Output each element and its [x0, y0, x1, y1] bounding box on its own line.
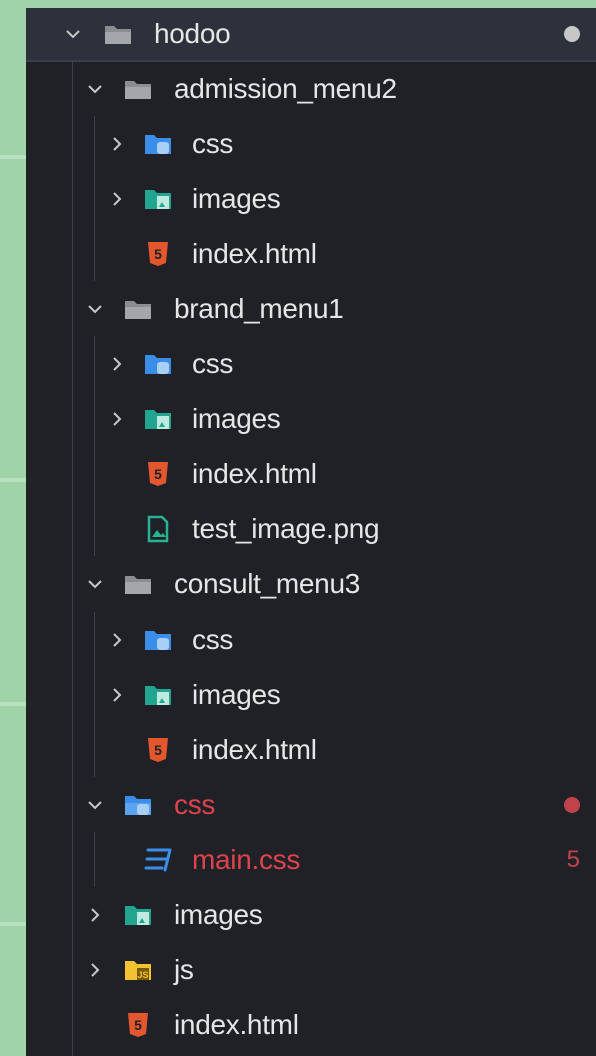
file-label: index.html: [192, 238, 317, 269]
chevron-right-icon[interactable]: [105, 667, 129, 722]
chevron-down-icon[interactable]: [61, 6, 85, 61]
css-folder-icon: [142, 336, 174, 391]
tree-folder-images[interactable]: images: [26, 171, 596, 226]
tree-folder-images-root[interactable]: images: [26, 887, 596, 942]
folder-label: css: [192, 624, 234, 655]
file-label: test_image.png: [192, 513, 380, 544]
divider: [0, 922, 26, 926]
tree-folder-brand-menu1[interactable]: brand_menu1: [26, 281, 596, 336]
html5-icon: 5: [142, 446, 174, 501]
chevron-down-icon[interactable]: [83, 556, 107, 611]
problem-count: 5: [566, 846, 580, 873]
folder-open-icon: [122, 281, 154, 336]
folder-label: images: [174, 899, 263, 930]
chevron-down-icon[interactable]: [83, 281, 107, 336]
folder-label: images: [192, 679, 281, 710]
chevron-right-icon[interactable]: [105, 391, 129, 446]
html5-icon: 5: [122, 997, 154, 1052]
chevron-down-icon[interactable]: [83, 777, 107, 832]
css-folder-icon: [142, 116, 174, 171]
file-label: index.html: [192, 458, 317, 489]
error-dot: [564, 797, 580, 813]
tree-folder-css[interactable]: css: [26, 336, 596, 391]
html5-icon: 5: [142, 722, 174, 777]
images-folder-icon: [142, 171, 174, 226]
chevron-right-icon[interactable]: [105, 116, 129, 171]
folder-label: images: [192, 403, 281, 434]
tree-file-index-html[interactable]: 5 index.html: [26, 997, 596, 1052]
folder-label: consult_menu3: [174, 568, 361, 599]
folder-open-icon: [122, 556, 154, 611]
tree-file-index-html[interactable]: 5 index.html: [26, 226, 596, 281]
chevron-right-icon[interactable]: [83, 887, 107, 942]
images-folder-icon: [122, 887, 154, 942]
css-folder-icon: [142, 612, 174, 667]
css3-icon: [142, 832, 174, 887]
file-label: index.html: [174, 1009, 299, 1040]
tree-folder-css[interactable]: css: [26, 116, 596, 171]
svg-text:5: 5: [154, 742, 162, 758]
chevron-right-icon[interactable]: [105, 612, 129, 667]
chevron-right-icon[interactable]: [105, 171, 129, 226]
tree-folder-css[interactable]: css: [26, 612, 596, 667]
svg-text:5: 5: [154, 466, 162, 482]
tree-folder-consult-menu3[interactable]: consult_menu3: [26, 556, 596, 611]
svg-text:JS: JS: [137, 970, 148, 980]
html5-icon: 5: [142, 226, 174, 281]
svg-text:5: 5: [134, 1017, 142, 1033]
css-folder-open-icon: [122, 777, 154, 832]
tree-folder-js[interactable]: JS js: [26, 942, 596, 997]
tree-file-test-image-png[interactable]: test_image.png: [26, 501, 596, 556]
tree-folder-images[interactable]: images: [26, 391, 596, 446]
svg-text:5: 5: [154, 246, 162, 262]
folder-label: js: [174, 954, 194, 985]
image-file-icon: [142, 501, 174, 556]
folder-label: hodoo: [154, 18, 231, 49]
images-folder-icon: [142, 667, 174, 722]
file-explorer: hodoo admission_menu2 css images 5 index…: [26, 8, 596, 1056]
divider: [0, 478, 26, 482]
folder-label: images: [192, 183, 281, 214]
chevron-right-icon[interactable]: [105, 336, 129, 391]
divider: [0, 155, 26, 159]
images-folder-icon: [142, 391, 174, 446]
modified-dot: [564, 26, 580, 42]
tree-root-hodoo[interactable]: hodoo: [26, 6, 596, 61]
folder-label: admission_menu2: [174, 73, 397, 104]
folder-label: css: [174, 789, 216, 820]
tree-folder-admission-menu2[interactable]: admission_menu2: [26, 61, 596, 116]
folder-label: css: [192, 348, 234, 379]
chevron-down-icon[interactable]: [83, 61, 107, 116]
js-folder-icon: JS: [122, 942, 154, 997]
file-label: main.css: [192, 844, 301, 875]
tree-file-main-css[interactable]: main.css 5: [26, 832, 596, 887]
background-strip: [0, 0, 26, 1056]
chevron-right-icon[interactable]: [83, 942, 107, 997]
divider: [0, 702, 26, 706]
folder-open-icon: [102, 6, 134, 61]
tree-folder-images[interactable]: images: [26, 667, 596, 722]
folder-label: css: [192, 128, 234, 159]
folder-label: brand_menu1: [174, 293, 344, 324]
file-label: index.html: [192, 734, 317, 765]
tree-folder-css-root[interactable]: css: [26, 777, 596, 832]
tree-file-index-html[interactable]: 5 index.html: [26, 446, 596, 501]
folder-open-icon: [122, 61, 154, 116]
tree-file-index-html[interactable]: 5 index.html: [26, 722, 596, 777]
